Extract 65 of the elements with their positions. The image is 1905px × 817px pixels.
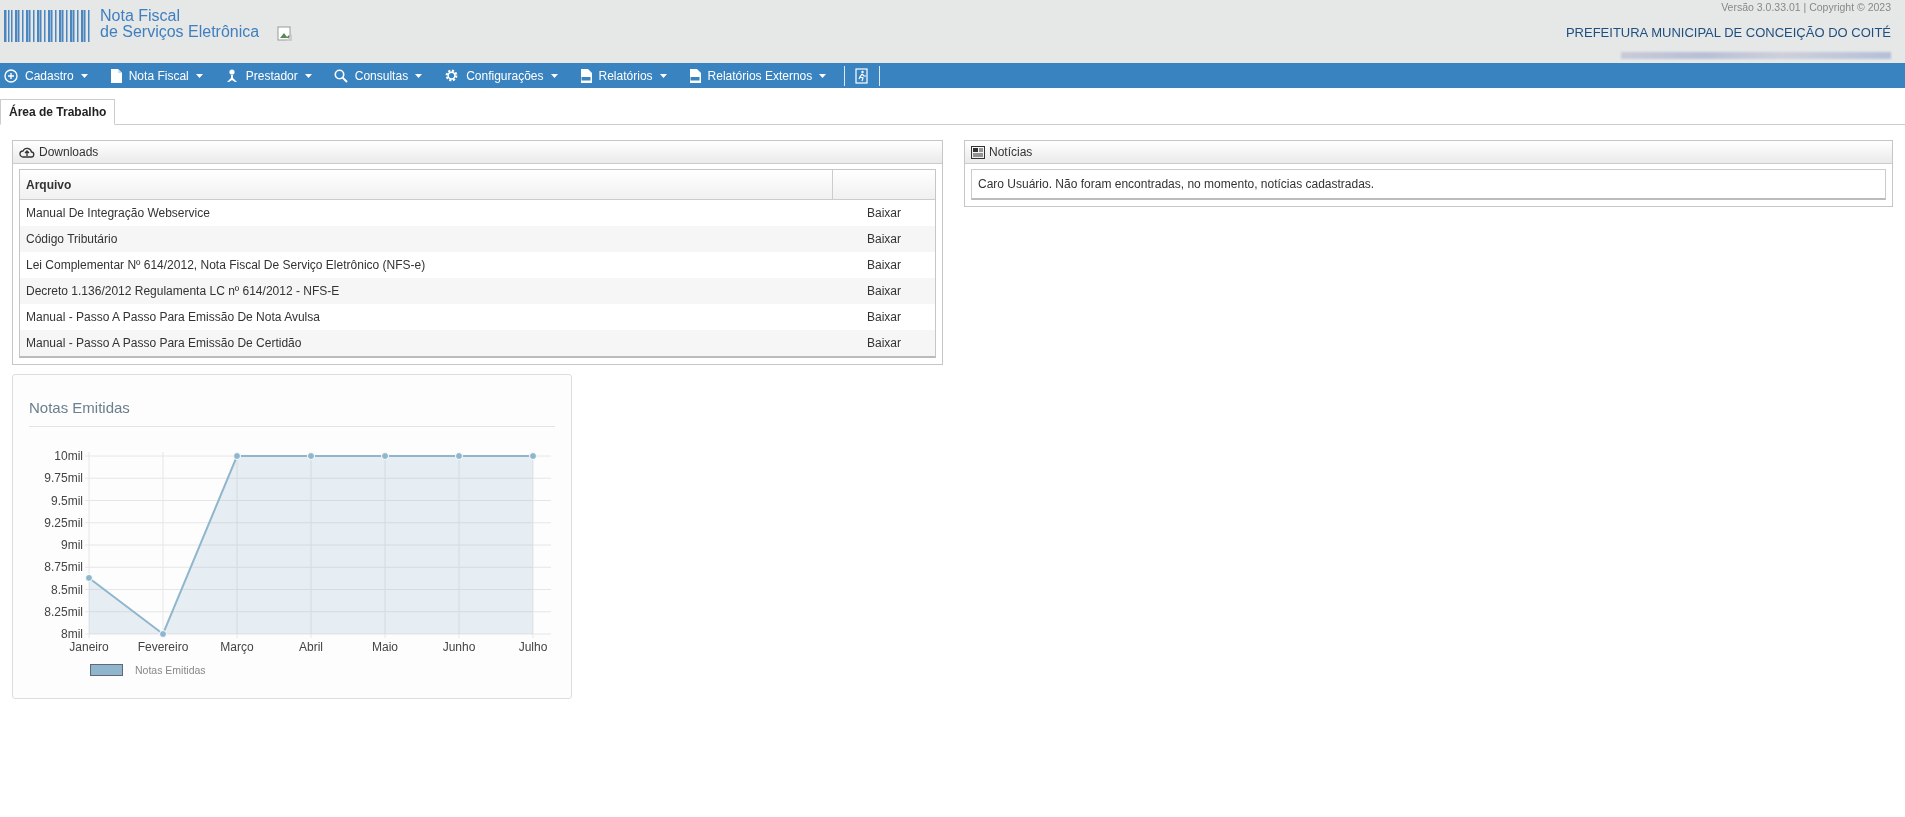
y-axis-label: 9.25mil <box>44 515 83 530</box>
x-axis-label: Fevereiro <box>137 640 189 654</box>
chart-title: Notas Emitidas <box>29 399 555 427</box>
y-axis-label: 9.5mil <box>51 493 83 508</box>
settings-icon <box>444 68 460 83</box>
menu-item[interactable]: Relatórios Externos <box>684 63 837 88</box>
municipality-title: PREFEITURA MUNICIPAL DE CONCEIÇÃO DO COITÉ <box>1565 25 1891 40</box>
pdf-file-icon <box>688 68 701 83</box>
caret-icon <box>80 73 88 78</box>
logo-title: Nota Fiscal <box>100 8 182 24</box>
panel-title: Downloads <box>39 145 99 159</box>
x-axis-label: Maio <box>372 640 398 654</box>
caret-icon <box>550 73 558 78</box>
y-axis-label: 8.5mil <box>51 582 83 597</box>
newspaper-icon <box>971 145 985 159</box>
data-point <box>85 573 93 582</box>
x-axis-label: Junho <box>442 640 476 654</box>
data-point <box>529 452 537 460</box>
cloud-upload-icon <box>19 146 35 158</box>
plus-circle-icon <box>4 68 18 83</box>
y-axis-label: 8.75mil <box>44 560 83 575</box>
y-axis-label: 8.25mil <box>44 604 83 619</box>
panel-title: Notícias <box>989 145 1033 159</box>
news-message: Caro Usuário. Não foram encontradas, no momento, notícias cadastradas. <box>971 169 1886 200</box>
data-point <box>307 452 315 460</box>
y-axis-label: 9mil <box>61 538 83 552</box>
x-axis-label: Julho <box>518 640 548 654</box>
y-axis-label: 9.75mil <box>44 471 83 486</box>
caret-icon <box>659 73 667 78</box>
tab[interactable]: Área de Trabalho <box>0 99 116 125</box>
table-cell-text: Código Tributário <box>25 232 119 246</box>
search-icon <box>333 68 348 83</box>
y-axis-label: 10mil <box>54 449 83 463</box>
caret-icon <box>819 73 827 78</box>
document-icon <box>109 68 122 83</box>
data-point <box>159 630 167 638</box>
x-axis-label: Março <box>220 640 254 654</box>
barcode-logo-icon <box>4 10 92 42</box>
legend-label: Notas Emitidas <box>135 664 206 676</box>
exit-door-icon <box>855 67 870 84</box>
y-axis-label: 8mil <box>61 627 83 641</box>
logo-title: de Serviços Eletrônica <box>100 24 260 40</box>
table-cell-text: Decreto 1.136/2012 Regulamenta LC nº 614/2012 - NFS-E <box>25 284 341 298</box>
table-cell-text: Lei Complementar Nº 614/2012, Nota Fiscal De Serviço Eletrônico (NFS-e) <box>25 258 427 272</box>
version-text: Versão 3.0.33.01 | Copyright © 2023 <box>1721 1 1891 13</box>
caret-icon <box>304 73 312 78</box>
menu-item[interactable]: Configurações <box>440 63 568 88</box>
pdf-file-icon <box>579 68 592 83</box>
table-cell-text: Manual - Passo A Passo Para Emissão De Nota Avulsa <box>25 310 321 324</box>
table-cell-text: Manual De Integração Webservice <box>25 206 211 220</box>
data-point <box>381 452 389 460</box>
menu-item[interactable]: Consultas <box>329 63 433 88</box>
menu-item[interactable]: Prestador <box>220 63 322 88</box>
data-point <box>233 452 241 460</box>
column-header: Arquivo <box>25 177 73 192</box>
data-point <box>455 452 463 460</box>
menu-item[interactable]: Cadastro <box>0 63 98 88</box>
caret-icon <box>195 73 203 78</box>
menu-item[interactable]: Relatórios <box>575 63 677 88</box>
broken-image-icon <box>277 26 294 42</box>
table-cell-text: Manual - Passo A Passo Para Emissão De Certidão <box>25 336 303 350</box>
x-axis-label: Janeiro <box>69 640 109 654</box>
x-axis-label: Abril <box>299 640 323 654</box>
menu-item[interactable]: Nota Fiscal <box>105 63 213 88</box>
caret-icon <box>415 73 423 78</box>
